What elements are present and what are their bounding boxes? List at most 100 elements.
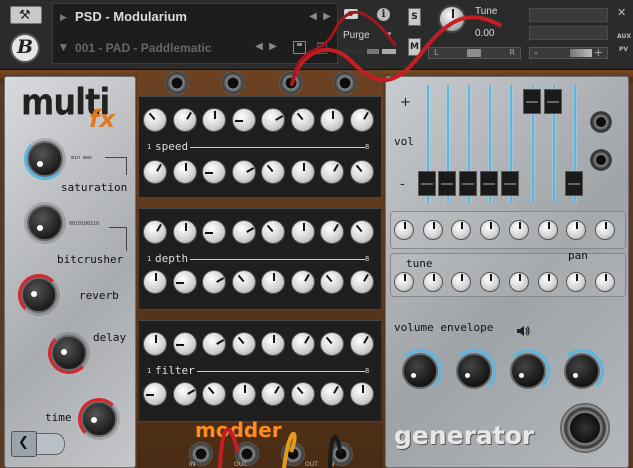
- depth-step-knob-1-5[interactable]: [261, 220, 285, 244]
- volume-slider[interactable]: - +: [529, 46, 608, 59]
- vol-fader-3[interactable]: [459, 171, 477, 196]
- gen-tune-knob-2[interactable]: [422, 220, 443, 240]
- speed-step-knob-1-3[interactable]: [202, 108, 226, 132]
- speed-step-knob-1-5[interactable]: [261, 108, 285, 132]
- depth-step-knob-1-2[interactable]: [172, 220, 197, 244]
- depth-step-knob-2-8[interactable]: [349, 270, 374, 294]
- gen-pan-knob-5[interactable]: [508, 272, 529, 292]
- speed-step-knob-2-6[interactable]: [290, 160, 315, 184]
- gen-pan-knob-1[interactable]: [394, 272, 414, 292]
- collapse-tab[interactable]: [33, 433, 65, 455]
- gen-tune-knob-4[interactable]: [480, 220, 501, 240]
- speed-step-knob-2-7[interactable]: [320, 160, 344, 184]
- speed-step-knob-1-1[interactable]: [143, 108, 167, 132]
- speed-step-knob-2-8[interactable]: [349, 160, 374, 184]
- save-icon[interactable]: [293, 41, 306, 54]
- vol-fader-7[interactable]: [544, 89, 562, 114]
- depth-step-knob-2-4[interactable]: [231, 270, 256, 294]
- instrument-name[interactable]: PSD - Modularium: [75, 9, 187, 24]
- envelope-sustain-knob[interactable]: [506, 349, 550, 393]
- filter-step-knob-2-5[interactable]: [261, 382, 285, 406]
- expand-triangle-icon[interactable]: ▶: [60, 13, 67, 23]
- next-instrument-icon[interactable]: ▶: [321, 11, 333, 22]
- purge-dropdown[interactable]: Purge ▼: [343, 30, 397, 44]
- trash-icon[interactable]: [317, 42, 327, 54]
- speed-step-knob-1-6[interactable]: [290, 108, 315, 132]
- envelope-release-knob[interactable]: [560, 349, 604, 393]
- gen-tune-knob-6[interactable]: [537, 220, 558, 240]
- vol-fader-5[interactable]: [501, 171, 519, 196]
- speed-step-knob-1-8[interactable]: [349, 108, 374, 132]
- jack-input[interactable]: [590, 111, 612, 133]
- jack-input[interactable]: [590, 149, 612, 171]
- mute-button[interactable]: M: [408, 38, 421, 56]
- speed-step-knob-1-4[interactable]: [231, 108, 256, 132]
- depth-step-knob-2-3[interactable]: [202, 270, 226, 294]
- info-icon[interactable]: i: [377, 8, 390, 21]
- filter-step-knob-1-6[interactable]: [290, 332, 315, 356]
- gen-tune-knob-5[interactable]: [508, 220, 529, 240]
- vol-fader-4[interactable]: [480, 171, 498, 196]
- time-knob[interactable]: [78, 398, 120, 440]
- depth-step-knob-2-7[interactable]: [320, 270, 344, 294]
- filter-step-knob-2-3[interactable]: [202, 382, 226, 406]
- gen-pan-knob-2[interactable]: [422, 272, 443, 292]
- reverb-knob[interactable]: [18, 274, 60, 316]
- aux-button[interactable]: AUX: [617, 33, 631, 40]
- next-preset-icon[interactable]: ▶: [267, 41, 279, 52]
- envelope-attack-knob[interactable]: [398, 349, 442, 393]
- solo-button[interactable]: S: [408, 8, 421, 26]
- depth-step-knob-1-4[interactable]: [231, 220, 256, 244]
- preset-dropdown-icon[interactable]: ▼: [60, 43, 67, 53]
- gen-pan-knob-6[interactable]: [537, 272, 558, 292]
- volume-thumb[interactable]: [570, 49, 592, 57]
- vol-fader-1[interactable]: [418, 171, 436, 196]
- jack-input[interactable]: [333, 71, 357, 95]
- envelope-decay-knob[interactable]: [452, 349, 496, 393]
- filter-step-knob-1-4[interactable]: [231, 332, 256, 356]
- pan-thumb[interactable]: [467, 49, 481, 57]
- prev-preset-icon[interactable]: ◀: [253, 41, 265, 52]
- wrench-button[interactable]: ⚒: [10, 6, 42, 24]
- filter-step-knob-2-4[interactable]: [231, 382, 256, 406]
- gen-tune-knob-8[interactable]: [594, 220, 615, 240]
- filter-step-knob-2-1[interactable]: [143, 382, 167, 406]
- prev-instrument-icon[interactable]: ◀: [307, 11, 319, 22]
- speed-step-knob-1-2[interactable]: [172, 108, 197, 132]
- depth-step-knob-2-2[interactable]: [172, 270, 197, 294]
- delay-knob[interactable]: [48, 332, 90, 374]
- filter-step-knob-1-7[interactable]: [320, 332, 344, 356]
- gen-tune-knob-1[interactable]: [394, 220, 414, 240]
- collapse-button[interactable]: ❮: [11, 431, 37, 457]
- jack-output[interactable]: [281, 442, 305, 466]
- depth-step-knob-1-1[interactable]: [143, 220, 167, 244]
- speed-step-knob-2-2[interactable]: [172, 160, 197, 184]
- pan-slider[interactable]: L R: [428, 47, 521, 59]
- depth-step-knob-1-6[interactable]: [290, 220, 315, 244]
- jack-input[interactable]: [221, 71, 245, 95]
- depth-step-knob-1-8[interactable]: [349, 220, 374, 244]
- jack-input[interactable]: [279, 71, 303, 95]
- filter-step-knob-2-8[interactable]: [349, 382, 374, 406]
- preset-name[interactable]: 001 - PAD - Paddlematic: [75, 41, 212, 55]
- filter-step-knob-1-1[interactable]: [143, 332, 167, 356]
- depth-step-knob-1-3[interactable]: [202, 220, 226, 244]
- filter-step-knob-2-6[interactable]: [290, 382, 315, 406]
- filter-step-knob-2-7[interactable]: [320, 382, 344, 406]
- gen-pan-knob-4[interactable]: [480, 272, 501, 292]
- speed-step-knob-1-7[interactable]: [320, 108, 344, 132]
- jack-input[interactable]: [165, 71, 189, 95]
- saturation-knob[interactable]: [24, 138, 66, 180]
- depth-step-knob-1-7[interactable]: [320, 220, 344, 244]
- close-icon[interactable]: ✕: [617, 6, 626, 19]
- filter-step-knob-1-8[interactable]: [349, 332, 374, 356]
- filter-step-knob-2-2[interactable]: [172, 382, 197, 406]
- speed-step-knob-2-3[interactable]: [202, 160, 226, 184]
- bitcrusher-knob[interactable]: [27, 205, 63, 241]
- depth-step-knob-2-6[interactable]: [290, 270, 315, 294]
- speed-step-knob-2-5[interactable]: [261, 160, 285, 184]
- filter-step-knob-1-5[interactable]: [261, 332, 285, 356]
- filter-step-knob-1-3[interactable]: [202, 332, 226, 356]
- speed-step-knob-2-4[interactable]: [231, 160, 256, 184]
- speed-step-knob-2-1[interactable]: [143, 160, 167, 184]
